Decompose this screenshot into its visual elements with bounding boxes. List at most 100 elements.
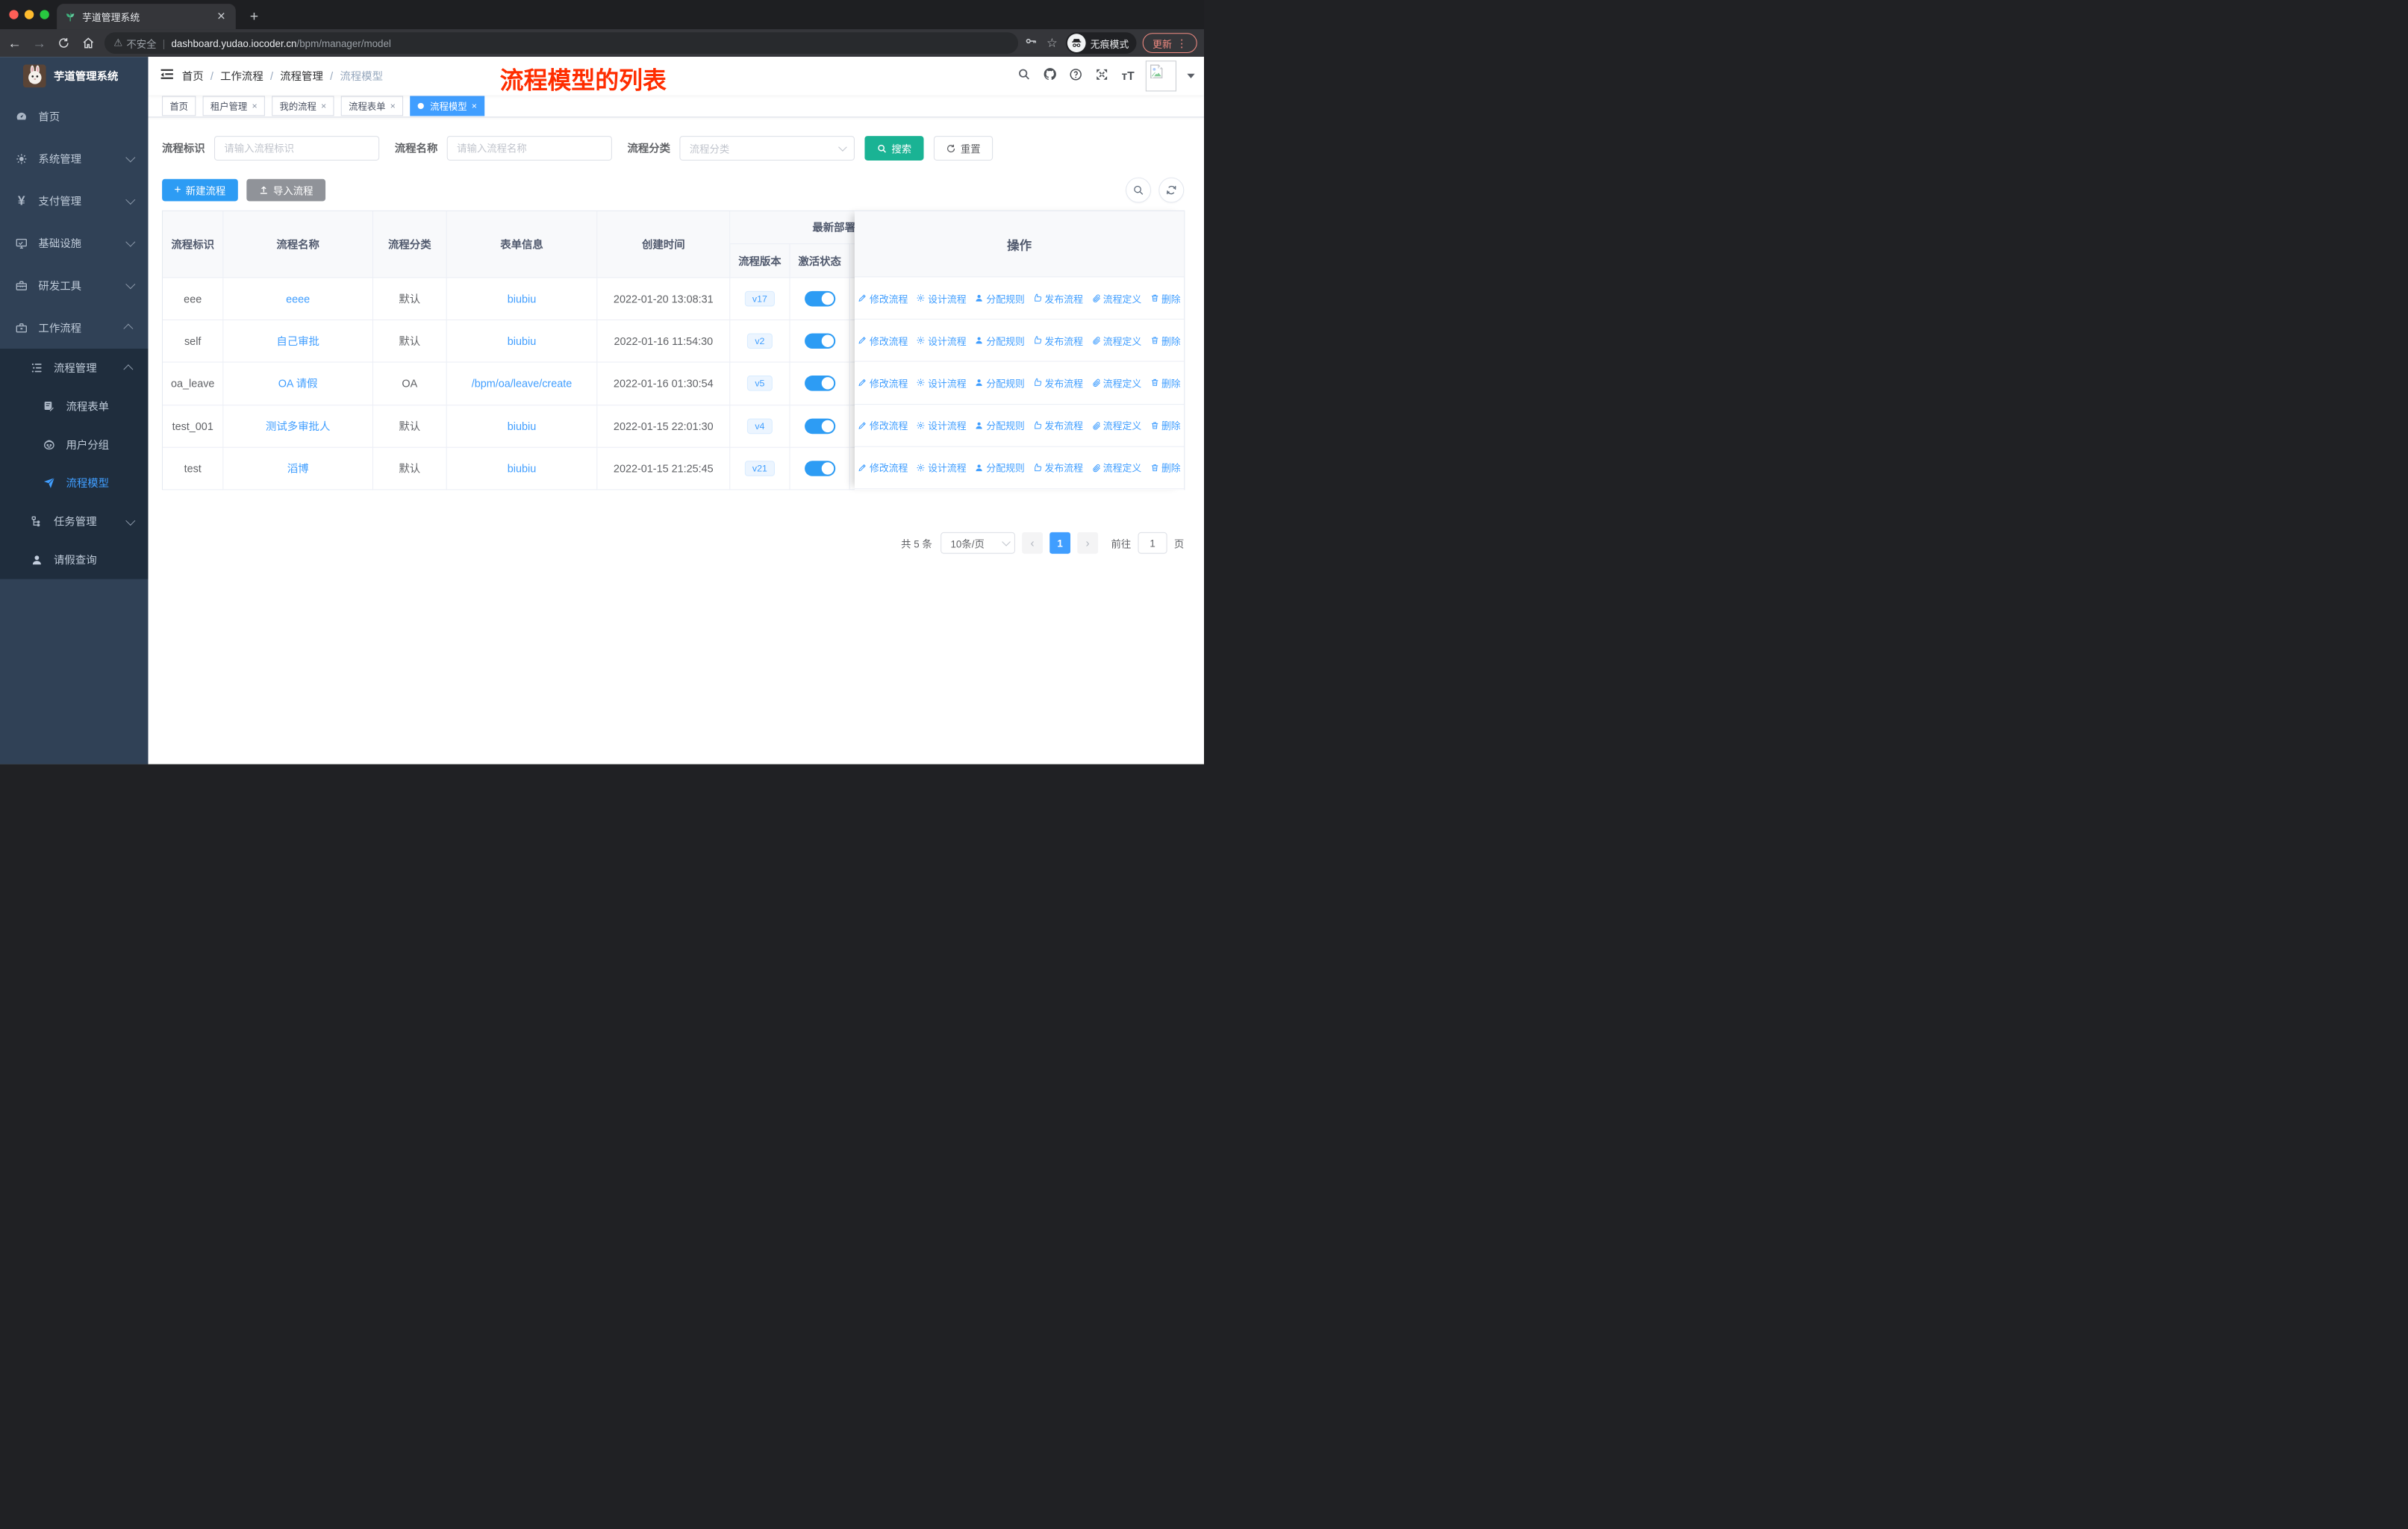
github-icon[interactable]: [1041, 66, 1058, 85]
close-icon[interactable]: ×: [321, 101, 326, 111]
activation-toggle[interactable]: [804, 418, 835, 434]
sidebar-item-devtools[interactable]: 研发工具: [0, 264, 149, 307]
search-icon[interactable]: [1015, 68, 1032, 85]
process-definition-link[interactable]: 流程定义: [1091, 376, 1141, 390]
assign-rule-link[interactable]: 分配规则: [975, 418, 1025, 433]
form-info-link[interactable]: biubiu: [508, 335, 536, 347]
minimize-window-icon[interactable]: [24, 10, 34, 19]
process-definition-link[interactable]: 流程定义: [1091, 418, 1141, 433]
process-name-link[interactable]: 自己审批: [276, 334, 319, 349]
publish-process-link[interactable]: 发布流程: [1033, 461, 1083, 476]
window-controls[interactable]: [9, 10, 49, 19]
password-key-icon[interactable]: [1023, 34, 1038, 52]
reload-button[interactable]: [54, 36, 74, 50]
sidebar-item-system[interactable]: 系统管理: [0, 137, 149, 180]
search-button[interactable]: 搜索: [864, 136, 924, 161]
process-name-input[interactable]: [446, 136, 612, 161]
tag-my-process[interactable]: 我的流程 ×: [272, 96, 334, 116]
close-icon[interactable]: ×: [390, 101, 396, 111]
goto-page-input[interactable]: [1138, 532, 1167, 554]
sidebar-item-leave-query[interactable]: 请假查询: [0, 541, 149, 579]
close-icon[interactable]: ×: [252, 101, 257, 111]
delete-link[interactable]: 删除: [1150, 290, 1181, 305]
sidebar-toggle-button[interactable]: [149, 66, 176, 85]
edit-process-link[interactable]: 修改流程: [858, 333, 908, 348]
delete-link[interactable]: 删除: [1150, 333, 1181, 348]
refresh-button[interactable]: [1158, 177, 1185, 203]
process-name-link[interactable]: 滔博: [287, 461, 309, 476]
tab-close-icon[interactable]: ✕: [214, 10, 228, 22]
fullscreen-icon[interactable]: [1094, 67, 1111, 85]
sidebar-item-process-model[interactable]: 流程模型: [0, 464, 149, 502]
sidebar-item-process-management[interactable]: 流程管理: [0, 349, 149, 387]
breadcrumb-process-management[interactable]: 流程管理: [280, 69, 323, 84]
design-process-link[interactable]: 设计流程: [917, 333, 967, 348]
sidebar-item-home[interactable]: 首页: [0, 96, 149, 138]
browser-update-button[interactable]: 更新 ⋮: [1142, 33, 1197, 53]
process-definition-link[interactable]: 流程定义: [1091, 461, 1141, 476]
activation-toggle[interactable]: [804, 461, 835, 476]
bookmark-star-icon[interactable]: ☆: [1044, 35, 1060, 51]
zoom-window-icon[interactable]: [40, 10, 49, 19]
assign-rule-link[interactable]: 分配规则: [975, 461, 1025, 476]
assign-rule-link[interactable]: 分配规则: [975, 376, 1025, 390]
url-bar[interactable]: ⚠ 不安全 | dashboard.yudao.iocoder.cn /bpm/…: [104, 32, 1019, 55]
delete-link[interactable]: 删除: [1150, 376, 1181, 390]
process-name-link[interactable]: eeee: [286, 293, 310, 305]
avatar[interactable]: [1145, 60, 1176, 92]
activation-toggle[interactable]: [804, 376, 835, 392]
browser-tab[interactable]: 芋道管理系统 ✕: [57, 4, 236, 30]
avatar-caret-icon[interactable]: [1187, 73, 1195, 78]
current-page-button[interactable]: 1: [1049, 532, 1070, 554]
tag-tenant[interactable]: 租户管理 ×: [202, 96, 265, 116]
edit-process-link[interactable]: 修改流程: [858, 290, 908, 305]
browser-menu-icon[interactable]: ⋮: [1176, 37, 1187, 49]
breadcrumb-home[interactable]: 首页: [182, 69, 204, 84]
close-icon[interactable]: ×: [472, 101, 477, 111]
publish-process-link[interactable]: 发布流程: [1033, 376, 1083, 390]
process-name-link[interactable]: 测试多审批人: [266, 418, 330, 434]
edit-process-link[interactable]: 修改流程: [858, 461, 908, 476]
form-info-link[interactable]: biubiu: [508, 462, 536, 474]
breadcrumb-workflow[interactable]: 工作流程: [220, 69, 263, 84]
process-name-link[interactable]: OA 请假: [278, 376, 318, 392]
design-process-link[interactable]: 设计流程: [917, 290, 967, 305]
home-button[interactable]: [78, 36, 99, 50]
next-page-button[interactable]: ›: [1077, 532, 1099, 554]
tag-home[interactable]: 首页: [162, 96, 196, 116]
process-category-select[interactable]: 流程分类: [679, 136, 855, 161]
form-info-link[interactable]: /bpm/oa/leave/create: [472, 378, 573, 390]
process-id-input[interactable]: [214, 136, 380, 161]
close-window-icon[interactable]: [9, 10, 19, 19]
new-tab-button[interactable]: +: [244, 7, 264, 27]
page-size-select[interactable]: 10条/页: [941, 532, 1015, 554]
process-definition-link[interactable]: 流程定义: [1091, 333, 1141, 348]
help-icon[interactable]: [1067, 67, 1085, 85]
assign-rule-link[interactable]: 分配规则: [975, 290, 1025, 305]
design-process-link[interactable]: 设计流程: [917, 461, 967, 476]
tag-process-form[interactable]: 流程表单 ×: [340, 96, 404, 116]
sidebar-item-payment[interactable]: ¥ 支付管理: [0, 180, 149, 222]
publish-process-link[interactable]: 发布流程: [1033, 418, 1083, 433]
font-size-icon[interactable]: тT: [1120, 69, 1137, 82]
import-process-button[interactable]: 导入流程: [246, 178, 325, 202]
prev-page-button[interactable]: ‹: [1022, 532, 1043, 554]
forward-button[interactable]: →: [29, 35, 49, 52]
sidebar-item-user-group[interactable]: 用户分组: [0, 426, 149, 464]
back-button[interactable]: ←: [4, 35, 25, 52]
delete-link[interactable]: 删除: [1150, 418, 1181, 433]
process-definition-link[interactable]: 流程定义: [1091, 290, 1141, 305]
show-search-button[interactable]: [1126, 177, 1152, 203]
design-process-link[interactable]: 设计流程: [917, 418, 967, 433]
design-process-link[interactable]: 设计流程: [917, 376, 967, 390]
sidebar-item-infrastructure[interactable]: 基础设施: [0, 222, 149, 264]
edit-process-link[interactable]: 修改流程: [858, 418, 908, 433]
publish-process-link[interactable]: 发布流程: [1033, 333, 1083, 348]
activation-toggle[interactable]: [804, 333, 835, 349]
tag-process-model[interactable]: 流程模型 ×: [410, 96, 485, 116]
activation-toggle[interactable]: [804, 290, 835, 307]
publish-process-link[interactable]: 发布流程: [1033, 290, 1083, 305]
brand[interactable]: 芋道管理系统: [0, 57, 149, 95]
form-info-link[interactable]: biubiu: [508, 293, 536, 305]
reset-button[interactable]: 重置: [933, 136, 994, 161]
